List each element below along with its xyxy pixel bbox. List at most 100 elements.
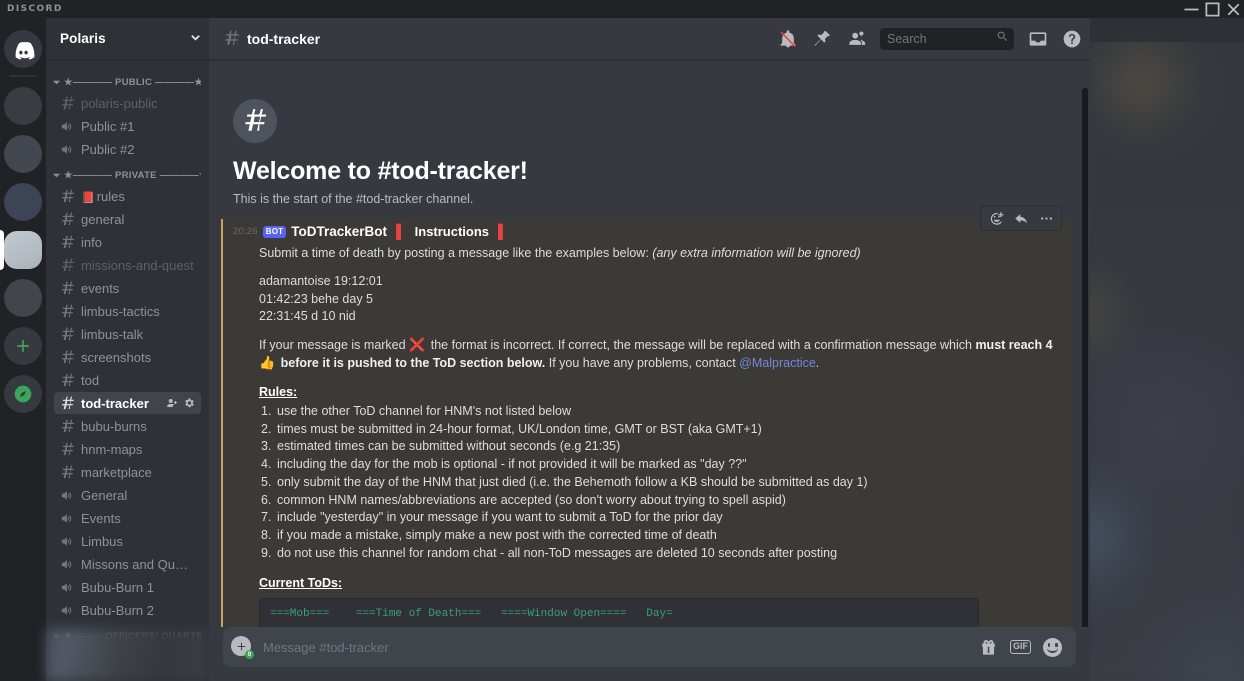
server-icon-3[interactable]: [0, 178, 46, 226]
home-button[interactable]: [0, 25, 46, 73]
add-server-button[interactable]: [0, 322, 46, 370]
hash-icon: [60, 96, 77, 111]
create-invite-icon[interactable]: [166, 397, 178, 409]
message-scroll-area[interactable]: Welcome to #tod-tracker! This is the sta…: [209, 60, 1090, 627]
rule-item: 7. include "yesterday" in your message if…: [259, 509, 1072, 527]
member-list-blurred-content: [1090, 18, 1244, 681]
sidebar-item-limbus-tactics[interactable]: limbus-tactics: [54, 300, 201, 322]
channel-category-header[interactable]: ★———— PRIVATE ————★: [46, 161, 209, 184]
sidebar-item-tod-tracker[interactable]: tod-tracker: [54, 392, 201, 414]
active-server-indicator: [0, 230, 4, 270]
discord-app-window: DISCORD Polaris ★———— PUBLIC ————★ polar…: [0, 0, 1244, 681]
message-composer[interactable]: 0 Message #tod-tracker GIF: [223, 627, 1076, 667]
reply-icon[interactable]: [1009, 206, 1033, 230]
sidebar-item-hnm-maps[interactable]: hnm-maps: [54, 438, 201, 460]
inbox-icon[interactable]: [1028, 29, 1048, 49]
composer-wrap: 0 Message #tod-tracker GIF: [209, 627, 1090, 681]
sidebar-item-bubu-burns[interactable]: bubu-burns: [54, 415, 201, 437]
rule-text: common HNM names/abbreviations are accep…: [277, 492, 786, 507]
message-hover-actions: [980, 205, 1062, 231]
warning-paragraph: If your message is marked ❌ the format i…: [259, 336, 1072, 373]
rule-number: 7.: [261, 510, 272, 525]
member-list-icon[interactable]: [846, 29, 866, 49]
minimize-button[interactable]: [1181, 0, 1202, 18]
gif-button[interactable]: GIF: [1010, 640, 1031, 654]
sidebar-item-screenshots[interactable]: screenshots: [54, 346, 201, 368]
rule-item: 2. times must be submitted in 24-hour for…: [259, 421, 1072, 439]
hash-icon: [60, 281, 77, 296]
message-scrollbar[interactable]: [1082, 88, 1088, 627]
maximize-button[interactable]: [1202, 0, 1223, 18]
emoji-picker-icon[interactable]: [1043, 637, 1062, 657]
channel-emoji: 📕: [81, 191, 95, 204]
sidebar-item-general[interactable]: General: [54, 484, 201, 506]
guild-name: Polaris: [60, 31, 106, 46]
channel-name: 📕 rules: [81, 188, 125, 204]
member-list-top-divider: [1090, 18, 1244, 42]
rule-text: do not use this channel for random chat …: [277, 545, 838, 560]
message-author[interactable]: ToDTrackerBot: [291, 224, 387, 239]
upload-attachment-button[interactable]: 0: [231, 636, 254, 659]
server-icon-1[interactable]: [0, 82, 46, 130]
search-icon: [996, 30, 1009, 48]
sidebar-item-general[interactable]: general: [54, 208, 201, 230]
category-label: ★———— PUBLIC ————★: [64, 77, 201, 88]
rule-text: if you made a mistake, simply make a new…: [277, 528, 717, 542]
message-bot-instructions: 20:26 BOT ToDTrackerBot ▌ Instructions ▌…: [221, 205, 1072, 627]
sidebar-item-rules[interactable]: 📕 rules: [54, 185, 201, 207]
server-icon-polaris-selected[interactable]: [0, 226, 46, 274]
scrollbar-thumb[interactable]: [1082, 88, 1088, 627]
sidebar-item-bubu-burn-1[interactable]: Bubu-Burn 1: [54, 576, 201, 598]
sidebar-item-limbus[interactable]: Limbus: [54, 530, 201, 552]
sidebar-item-events[interactable]: events: [54, 277, 201, 299]
server-rail: [0, 18, 46, 681]
channel-list[interactable]: ★———— PUBLIC ————★ polaris-public Public #…: [46, 60, 209, 681]
sidebar-item-public-2[interactable]: Public #2: [54, 138, 201, 160]
add-reaction-icon[interactable]: [984, 206, 1008, 230]
channel-name: tod: [81, 372, 100, 388]
explore-servers-button[interactable]: [0, 370, 46, 418]
sidebar-item-bubu-burn-2[interactable]: Bubu-Burn 2: [54, 599, 201, 621]
channel-category-header[interactable]: ★———— PUBLIC ————★: [46, 68, 209, 91]
edit-channel-icon[interactable]: [183, 397, 195, 409]
user-mention[interactable]: @Malpractice: [739, 356, 816, 370]
server-icon-2[interactable]: [0, 130, 46, 178]
rule-text: estimated times can be submitted without…: [277, 439, 621, 454]
rule-item: 1. use the other ToD channel for HNM's no…: [259, 403, 1072, 421]
sidebar-item-limbus-talk[interactable]: limbus-talk: [54, 323, 201, 345]
member-list-panel[interactable]: [1090, 18, 1244, 681]
sidebar-item-events[interactable]: Events: [54, 507, 201, 529]
more-options-icon[interactable]: [1034, 206, 1058, 230]
header-separator-right: ▌: [498, 224, 508, 239]
plus-icon: [4, 327, 42, 365]
warning-text-2: the format is incorrect. If correct, the…: [430, 338, 972, 352]
guild-header[interactable]: Polaris: [46, 18, 209, 60]
sidebar-item-marketplace[interactable]: marketplace: [54, 461, 201, 483]
sidebar-item-polaris-public[interactable]: polaris-public: [54, 92, 201, 114]
sidebar-item-info[interactable]: info: [54, 231, 201, 253]
search-input[interactable]: Search: [880, 27, 1014, 50]
channel-name: General: [81, 487, 128, 503]
sidebar-item-missons-and-quests[interactable]: Missons and Quests: [54, 553, 201, 575]
user-panel[interactable]: [46, 629, 209, 681]
sidebar-item-tod[interactable]: tod: [54, 369, 201, 391]
rule-item: 3. estimated times can be submitted witho…: [259, 438, 1072, 456]
sidebar-item-missions-and-quest[interactable]: missions-and-quest: [54, 254, 201, 276]
warning-period: .: [815, 356, 820, 371]
help-icon[interactable]: [1062, 29, 1082, 49]
sidebar-item-public-1[interactable]: Public #1: [54, 115, 201, 137]
rule-text: including the day for the mob is optiona…: [277, 457, 747, 471]
pinned-messages-icon[interactable]: [812, 29, 832, 49]
server-icon-5[interactable]: [0, 274, 46, 322]
hash-icon: [60, 304, 77, 319]
composer-actions: GIF: [979, 637, 1062, 657]
channel-actions: [166, 397, 195, 409]
rule-number: 4.: [261, 457, 272, 471]
hash-icon: [60, 212, 77, 227]
notifications-muted-icon[interactable]: [778, 29, 798, 49]
gift-icon[interactable]: [979, 638, 998, 657]
rule-text: use the other ToD channel for HNM's not …: [277, 403, 571, 418]
hash-icon: [60, 235, 77, 250]
category-collapse-icon: [52, 171, 61, 180]
close-button[interactable]: [1223, 0, 1244, 18]
